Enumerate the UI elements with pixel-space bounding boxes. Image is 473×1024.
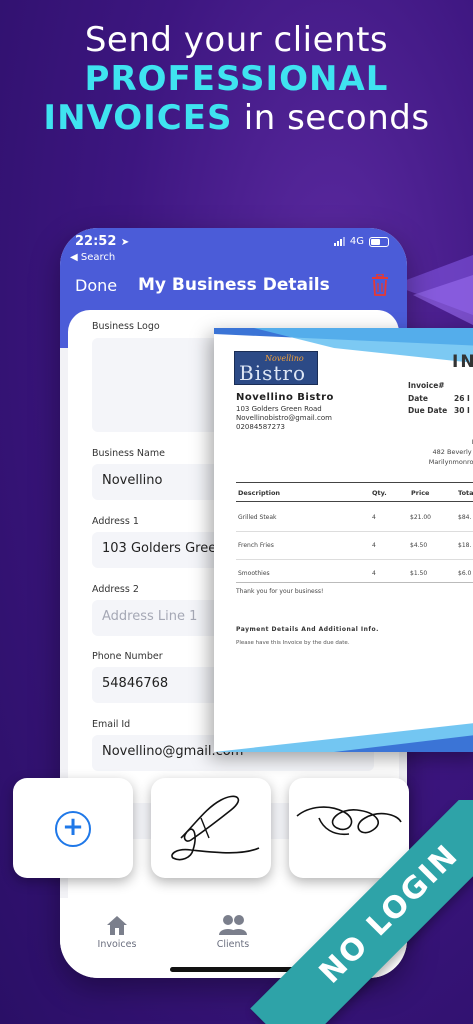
invoice-row: Smoothies 4 $1.50 $6.0 [238, 570, 472, 577]
add-signature-card[interactable]: + [13, 778, 133, 878]
client-email: Marilynmonroe@ [428, 458, 473, 466]
back-to-search-link[interactable]: ◀ Search [70, 252, 115, 263]
headline: Send your clients PROFESSIONAL INVOICES … [0, 20, 473, 138]
invoice-footer-decoration [214, 723, 473, 752]
invoice-table-header: Description Qty. Price Tota [236, 482, 473, 502]
payment-details-title: Payment Details And Additional Info. [236, 626, 379, 633]
address2-label: Address 2 [92, 584, 139, 595]
trash-icon[interactable] [371, 274, 389, 296]
client-phone: + [384, 468, 473, 476]
invoice-row: French Fries 4 $4.50 $18. [236, 532, 473, 560]
no-login-ribbon: NO LOGIN [236, 800, 473, 1024]
client-address: 482 Beverly Hill [432, 448, 473, 456]
invoice-preview: Novellino Bistro IN Novellino Bistro 103… [214, 328, 473, 752]
client-name: Mar [384, 438, 473, 446]
payment-details-note: Please have this Invoice by the due date… [236, 640, 350, 646]
invoice-number-label: Invoice# [408, 381, 445, 390]
invoice-address-line: 103 Golders Green Road [236, 405, 322, 413]
invoice-title: IN [452, 352, 473, 372]
col-price: Price [411, 489, 430, 497]
invoice-email: Novellinobistro@gmail.com [236, 414, 332, 422]
ribbon-text: NO LOGIN [312, 837, 466, 991]
invoice-due-date-label: Due Date [408, 406, 448, 415]
invoice-divider [236, 582, 473, 583]
tab-invoices-label: Invoices [97, 939, 137, 950]
invoice-due-date-value: 30 I [454, 406, 470, 415]
headline-line-2: PROFESSIONAL [84, 59, 389, 99]
headline-line-1: Send your clients [84, 20, 389, 60]
tab-invoices[interactable]: Invoices [77, 914, 157, 950]
business-logo-label: Business Logo [92, 321, 160, 332]
headline-line-3: INVOICES in seconds [0, 98, 473, 138]
invoice-thanks: Thank you for your business! [236, 588, 324, 595]
col-qty: Qty. [372, 489, 387, 497]
email-label: Email Id [92, 719, 131, 730]
page-title: My Business Details [138, 275, 330, 295]
invoice-row: Grilled Steak 4 $21.00 $84. [236, 504, 473, 532]
headline-highlight: INVOICES [43, 98, 233, 138]
invoice-phone: 02084587273 [236, 423, 285, 431]
invoice-logo: Novellino Bistro [234, 351, 318, 385]
battery-icon [369, 236, 389, 247]
headline-rest: in seconds [232, 98, 430, 138]
home-icon [107, 916, 127, 935]
invoice-date-value: 26 I [454, 394, 470, 403]
status-indicators: 4G [333, 236, 389, 247]
signal-icon [333, 237, 345, 246]
done-button[interactable]: Done [75, 276, 117, 295]
phone-label: Phone Number [92, 651, 163, 662]
business-name-label: Business Name [92, 448, 165, 459]
address1-label: Address 1 [92, 516, 139, 527]
col-total: Tota [458, 489, 473, 497]
plus-circle-icon[interactable]: + [55, 811, 91, 847]
invoice-date-label: Date [408, 394, 428, 403]
invoice-business-name: Novellino Bistro [236, 392, 334, 403]
status-time: 22:52 ➤ [75, 234, 130, 249]
network-label: 4G [349, 236, 364, 247]
location-arrow-icon: ➤ [120, 237, 130, 248]
col-description: Description [238, 489, 281, 497]
